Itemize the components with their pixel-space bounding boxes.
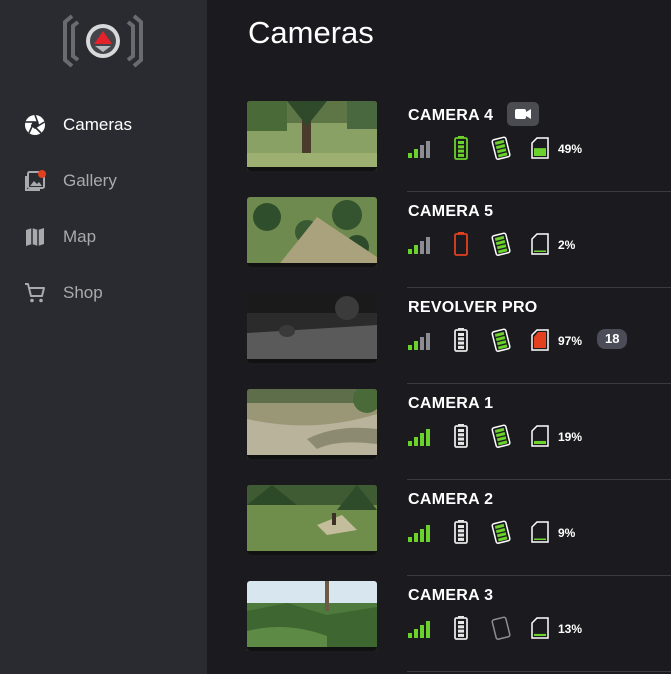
cart-icon bbox=[25, 283, 45, 303]
signal-strength-icon bbox=[408, 525, 430, 542]
solar-panel-icon bbox=[491, 616, 511, 640]
camera-thumbnail-image bbox=[247, 293, 377, 363]
camera-thumbnail[interactable] bbox=[247, 197, 377, 267]
camera-row[interactable]: CAMERA 4 49% bbox=[247, 96, 671, 192]
sidebar: Cameras Gallery Map Shop bbox=[0, 0, 207, 674]
signal-strength-icon bbox=[408, 333, 430, 350]
row-divider bbox=[407, 671, 671, 672]
camera-name: CAMERA 1 bbox=[408, 395, 494, 412]
sd-card-icon bbox=[531, 617, 549, 639]
sd-card-percent: 2% bbox=[558, 238, 576, 252]
sidebar-item-label: Map bbox=[63, 227, 97, 246]
sd-card-percent: 97% bbox=[558, 334, 583, 348]
sidebar-item-label: Shop bbox=[63, 283, 103, 302]
new-photos-badge: 18 bbox=[597, 329, 628, 349]
camera-thumbnail[interactable] bbox=[247, 389, 377, 459]
camera-name: CAMERA 4 bbox=[408, 107, 494, 124]
camera-row[interactable]: CAMERA 2 9% bbox=[247, 480, 671, 576]
camera-thumbnail-image bbox=[247, 197, 377, 267]
sidebar-item-label: Cameras bbox=[63, 115, 132, 134]
signal-strength-icon bbox=[408, 429, 430, 446]
sd-card-icon bbox=[531, 425, 549, 447]
camera-thumbnail[interactable] bbox=[247, 581, 377, 651]
battery-icon bbox=[454, 136, 468, 160]
sidebar-item-map[interactable]: Map bbox=[0, 216, 207, 256]
video-camera-icon bbox=[515, 109, 531, 119]
sd-card-percent: 49% bbox=[558, 142, 583, 156]
camera-row[interactable]: CAMERA 3 13% bbox=[247, 576, 671, 672]
gallery-icon bbox=[25, 170, 46, 191]
camera-name: REVOLVER PRO bbox=[408, 299, 538, 316]
solar-panel-icon bbox=[491, 328, 511, 352]
sd-card-icon bbox=[531, 233, 549, 255]
battery-icon bbox=[454, 520, 468, 544]
battery-icon bbox=[454, 232, 468, 256]
sidebar-item-label: Gallery bbox=[63, 171, 117, 190]
camera-thumbnail[interactable] bbox=[247, 101, 377, 171]
camera-thumbnail-image bbox=[247, 485, 377, 555]
camera-row[interactable]: CAMERA 1 19% bbox=[247, 384, 671, 480]
camera-thumbnail[interactable] bbox=[247, 485, 377, 555]
map-icon bbox=[26, 228, 44, 246]
camera-thumbnail-image bbox=[247, 389, 377, 459]
sd-card-icon bbox=[531, 521, 549, 543]
solar-panel-icon bbox=[491, 232, 511, 256]
page-title: Cameras bbox=[248, 15, 374, 50]
camera-name: CAMERA 5 bbox=[408, 203, 494, 220]
main-content: Cameras CAMERA 4 49% CAMERA 5 2% REVOLVE… bbox=[207, 0, 671, 674]
solar-panel-icon bbox=[491, 424, 511, 448]
camera-thumbnail-image bbox=[247, 581, 377, 651]
sd-card-percent: 9% bbox=[558, 526, 576, 540]
app-logo[interactable] bbox=[62, 12, 144, 70]
camera-thumbnail[interactable] bbox=[247, 293, 377, 363]
battery-icon bbox=[454, 616, 468, 640]
signal-strength-icon bbox=[408, 141, 430, 158]
sidebar-item-shop[interactable]: Shop bbox=[0, 272, 207, 312]
solar-panel-icon bbox=[491, 136, 511, 160]
sd-card-icon bbox=[531, 329, 549, 351]
battery-icon bbox=[454, 328, 468, 352]
aperture-icon bbox=[25, 114, 45, 135]
camera-name: CAMERA 3 bbox=[408, 587, 494, 604]
signal-strength-icon bbox=[408, 237, 430, 254]
camera-name: CAMERA 2 bbox=[408, 491, 494, 508]
battery-icon bbox=[454, 424, 468, 448]
video-badge bbox=[507, 102, 539, 126]
sd-card-icon bbox=[531, 137, 549, 159]
camera-row[interactable]: CAMERA 5 2% bbox=[247, 192, 671, 288]
solar-panel-icon bbox=[491, 520, 511, 544]
sd-card-percent: 13% bbox=[558, 622, 583, 636]
sidebar-item-gallery[interactable]: Gallery bbox=[0, 160, 207, 200]
camera-thumbnail-image bbox=[247, 101, 377, 171]
camera-row[interactable]: REVOLVER PRO 97% 18 bbox=[247, 288, 671, 384]
signal-strength-icon bbox=[408, 621, 430, 638]
sd-card-percent: 19% bbox=[558, 430, 583, 444]
sidebar-item-cameras[interactable]: Cameras bbox=[0, 104, 207, 144]
